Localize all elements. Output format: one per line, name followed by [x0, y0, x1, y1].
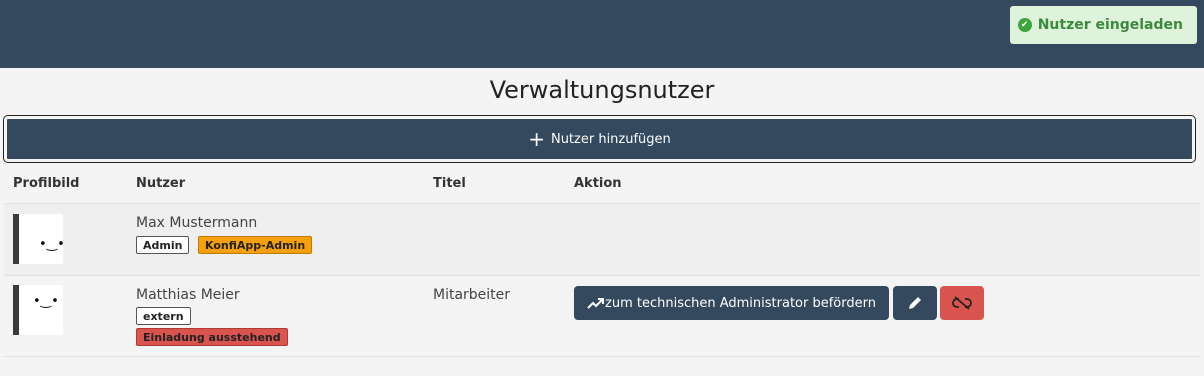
toast-notification: ✔ Nutzer eingeladen: [1009, 6, 1197, 44]
avatar: •‿•: [13, 285, 63, 335]
check-circle-icon: ✔: [1017, 18, 1032, 32]
add-user-button[interactable]: + Nutzer hinzufügen: [3, 115, 1196, 163]
column-header-title: Titel: [433, 176, 466, 191]
status-badge: extern: [136, 307, 191, 325]
user-title: Mitarbeiter: [433, 287, 511, 303]
plus-icon: +: [528, 127, 545, 151]
avatar: •‿•: [13, 214, 63, 264]
user-name[interactable]: Matthias Meier: [136, 287, 240, 303]
column-header-profile-picture: Profilbild: [13, 176, 80, 191]
trending-up-icon: [587, 298, 604, 309]
promote-to-admin-button[interactable]: zum technischen Administrator befördern: [574, 286, 889, 320]
role-badge: KonfiApp-Admin: [198, 236, 313, 254]
edit-user-button[interactable]: [893, 286, 937, 320]
toast-message: Nutzer eingeladen: [1037, 17, 1183, 33]
unlink-user-button[interactable]: [940, 286, 984, 320]
pencil-icon: [909, 297, 921, 309]
column-header-user: Nutzer: [136, 176, 186, 191]
add-user-label: Nutzer hinzufügen: [550, 131, 671, 147]
column-header-action: Aktion: [574, 176, 622, 191]
unlink-icon: [952, 296, 972, 310]
promote-label: zum technischen Administrator befördern: [605, 295, 876, 311]
page-title: Verwaltungsnutzer: [489, 76, 715, 104]
role-badge: Admin: [136, 236, 190, 254]
user-name[interactable]: Max Mustermann: [136, 215, 257, 231]
status-badge: Einladung ausstehend: [136, 328, 288, 346]
